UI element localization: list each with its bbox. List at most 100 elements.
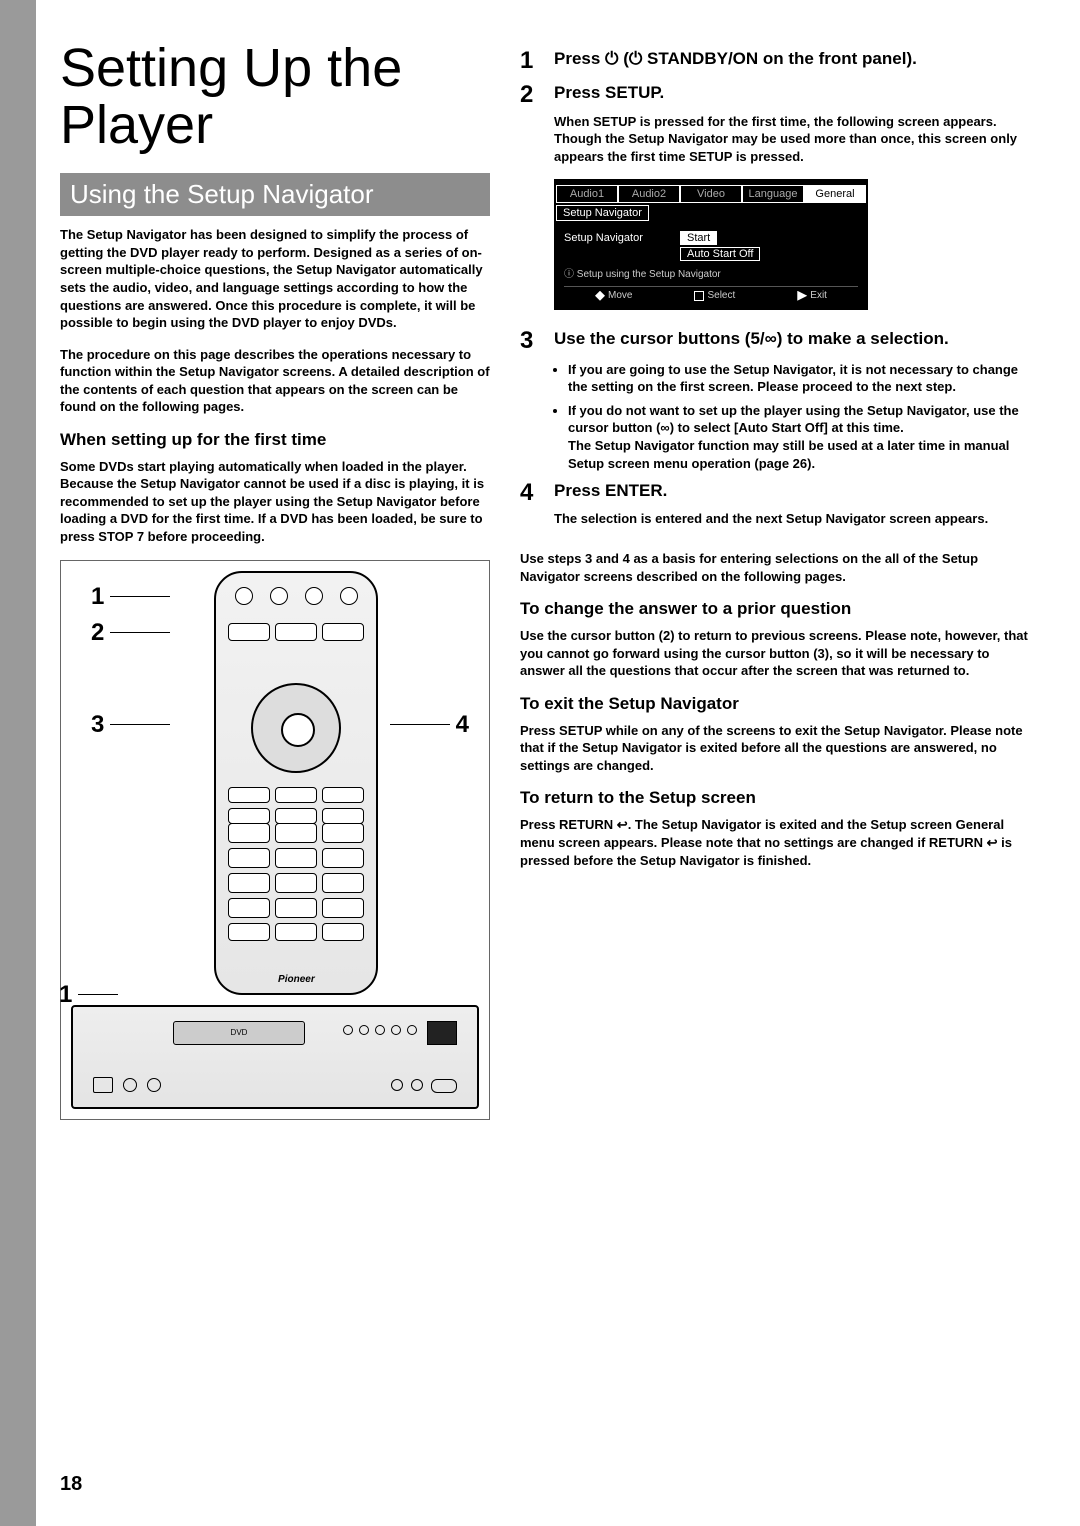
remote-button (322, 923, 364, 941)
remote-button (228, 923, 270, 941)
first-time-body: Some DVDs start playing automatically wh… (60, 458, 490, 546)
remote-illustration: 1 2 3 4 (60, 560, 490, 1120)
exit-nav-heading: To exit the Setup Navigator (520, 694, 1030, 714)
disc-tray-icon: DVD (173, 1021, 305, 1045)
remote-row-2 (228, 623, 364, 641)
num-button (228, 898, 270, 918)
num-button (228, 823, 270, 843)
num-button (275, 873, 317, 893)
right-column: 1 Press ⏻ (⏻ STANDBY/ON on the front pan… (520, 40, 1030, 1120)
remote-round-button (340, 587, 358, 605)
num-button (275, 848, 317, 868)
return-screen-heading: To return to the Setup screen (520, 788, 1030, 808)
side-chapter-tab (0, 0, 36, 1526)
step-2-number: 2 (520, 82, 542, 108)
remote-bottom-row (228, 923, 364, 941)
num-button (322, 848, 364, 868)
osd-body: Setup Navigator Start Auto Start Off ⓘ S… (556, 221, 866, 308)
remote-round-button (305, 587, 323, 605)
osd-tab-audio1: Audio1 (556, 185, 618, 203)
section-heading: Using the Setup Navigator (60, 173, 490, 216)
remote-brand-label: Pioneer (216, 974, 376, 985)
osd-footer: Move Select Exit (564, 286, 858, 304)
step-4-title: Press ENTER. (554, 480, 667, 506)
player-callout-number: 1 (59, 981, 72, 1009)
remote-transport-row (228, 787, 364, 824)
front-display-icon (427, 1021, 457, 1045)
step-1-title: Press ⏻ (⏻ STANDBY/ON on the front panel… (554, 48, 917, 74)
step-3-bullets: If you are going to use the Setup Naviga… (554, 361, 1030, 472)
front-panel-buttons (343, 1025, 417, 1035)
front-right-controls (391, 1079, 457, 1093)
osd-hint: ⓘ Setup using the Setup Navigator (564, 265, 858, 280)
page-number: 18 (60, 1473, 82, 1496)
after-steps-note: Use steps 3 and 4 as a basis for enterin… (520, 550, 1030, 585)
step-3-bullet-2-lead: If you do not want to set up the player … (568, 403, 1019, 436)
intro-paragraph-1: The Setup Navigator has been designed to… (60, 226, 490, 331)
osd-tab-audio2: Audio2 (618, 185, 680, 203)
enter-button-icon (281, 713, 315, 747)
num-button (322, 873, 364, 893)
return-screen-body: Press RETURN ↩. The Setup Navigator is e… (520, 816, 1030, 869)
num-button (228, 873, 270, 893)
step-3-number: 3 (520, 328, 542, 354)
callout-3-number: 3 (91, 711, 104, 739)
remote-button (275, 787, 317, 803)
remote-numpad (228, 823, 364, 918)
callout-3: 3 (91, 711, 170, 739)
remote-button (275, 808, 317, 824)
play-button-icon (431, 1079, 457, 1093)
remote-control-outline: Pioneer (214, 571, 378, 995)
page-title: Setting Up the Player (60, 40, 490, 153)
first-time-heading: When setting up for the first time (60, 430, 490, 450)
osd-footer-move: Move (595, 290, 632, 301)
callout-2: 2 (91, 619, 170, 647)
osd-tab-language: Language (742, 185, 804, 203)
osd-screenshot: Audio1 Audio2 Video Language General Set… (554, 179, 868, 310)
step-2: 2 Press SETUP. (520, 82, 1030, 108)
step-3-bullet-1: If you are going to use the Setup Naviga… (568, 361, 1030, 396)
power-button-icon (235, 587, 253, 605)
callout-2-number: 2 (91, 619, 104, 647)
step-4-body: The selection is entered and the next Se… (554, 510, 1030, 528)
num-button (275, 898, 317, 918)
remote-button (322, 623, 364, 641)
step-4-number: 4 (520, 480, 542, 506)
osd-tabs: Audio1 Audio2 Video Language General (556, 185, 866, 203)
remote-button (275, 923, 317, 941)
cursor-pad (251, 683, 341, 773)
osd-row2-value: Auto Start Off (680, 247, 760, 261)
power-switch-icon (93, 1077, 113, 1093)
num-button (275, 823, 317, 843)
osd-subtab: Setup Navigator (556, 205, 649, 221)
left-column: Setting Up the Player Using the Setup Na… (60, 40, 490, 1120)
callout-4: 4 (390, 711, 469, 739)
remote-button (322, 808, 364, 824)
dvd-player-outline: DVD (71, 1005, 479, 1109)
remote-button (322, 787, 364, 803)
remote-round-button (270, 587, 288, 605)
manual-page: Setting Up the Player Using the Setup Na… (0, 0, 1080, 1526)
change-answer-heading: To change the answer to a prior question (520, 599, 1030, 619)
num-button (322, 823, 364, 843)
front-left-controls (93, 1077, 161, 1093)
exit-nav-body: Press SETUP while on any of the screens … (520, 722, 1030, 775)
num-button (228, 848, 270, 868)
step-1: 1 Press ⏻ (⏻ STANDBY/ON on the front pan… (520, 48, 1030, 74)
remote-button (228, 623, 270, 641)
step-3: 3 Use the cursor buttons (5/∞) to make a… (520, 328, 1030, 354)
osd-tab-video: Video (680, 185, 742, 203)
osd-footer-exit: Exit (797, 290, 827, 301)
step-4: 4 Press ENTER. (520, 480, 1030, 506)
num-button (322, 898, 364, 918)
remote-button (228, 787, 270, 803)
step-3-bullet-2-body: The Setup Navigator function may still b… (568, 438, 1009, 471)
callout-4-number: 4 (456, 711, 469, 739)
remote-button (275, 623, 317, 641)
callout-1-number: 1 (91, 583, 104, 611)
step-2-body: When SETUP is pressed for the first time… (554, 113, 1030, 166)
osd-row1-value: Start (680, 231, 717, 245)
callout-1: 1 (91, 583, 170, 611)
step-1-number: 1 (520, 48, 542, 74)
remote-top-row (228, 587, 364, 605)
